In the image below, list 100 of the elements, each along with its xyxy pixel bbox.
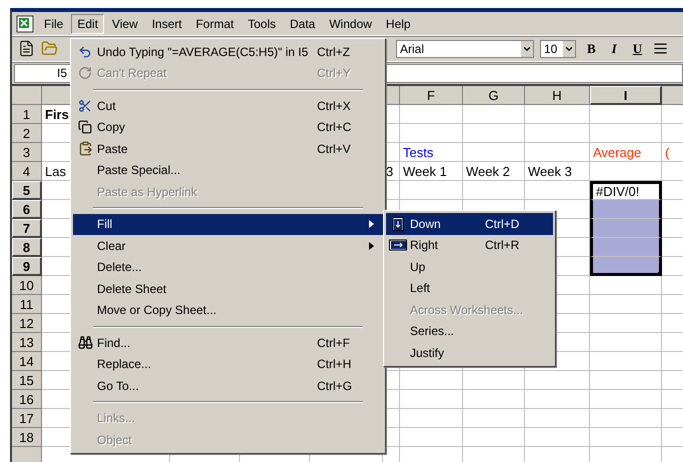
- redo-icon: [78, 66, 92, 80]
- submenu-arrow-icon: [369, 242, 375, 250]
- menu-item[interactable]: Move or Copy Sheet...: [73, 300, 383, 321]
- table-cell: [463, 105, 525, 124]
- menu-item[interactable]: Find... Ctrl+F: [73, 332, 383, 354]
- row-header[interactable]: 16: [12, 390, 42, 409]
- open-folder-icon[interactable]: [41, 40, 58, 58]
- table-cell: [590, 276, 662, 295]
- table-cell: [463, 409, 525, 428]
- row-header[interactable]: 7: [12, 219, 42, 238]
- table-cell: [525, 181, 590, 200]
- row-header[interactable]: 9: [12, 257, 42, 276]
- menu-title[interactable]: Help: [380, 14, 417, 34]
- menu-title[interactable]: Data: [284, 14, 322, 34]
- row-header[interactable]: 15: [12, 371, 42, 390]
- row-header[interactable]: 3: [12, 143, 42, 162]
- table-cell: [400, 105, 463, 124]
- table-cell: [590, 162, 662, 181]
- menu-item[interactable]: Undo Typing "=AVERAGE(C5:H5)" in I5 Ctrl+Z: [73, 41, 383, 62]
- undo-icon: [78, 44, 92, 59]
- submenu-item[interactable]: Down Ctrl+D: [386, 213, 553, 234]
- menu-item[interactable]: Fill: [73, 214, 383, 235]
- row-header[interactable]: 1: [12, 105, 42, 124]
- menu-item[interactable]: Clear: [73, 235, 383, 256]
- table-cell: [463, 124, 525, 143]
- table-cell: [400, 371, 463, 390]
- table-cell: Average: [590, 143, 662, 162]
- table-cell: [590, 333, 662, 352]
- row-header[interactable]: [12, 447, 42, 462]
- submenu-item[interactable]: Justify: [386, 342, 553, 364]
- row-header[interactable]: 10: [12, 276, 42, 295]
- menu-title[interactable]: Insert: [146, 14, 188, 34]
- new-document-icon[interactable]: [18, 40, 35, 58]
- menu-item[interactable]: Delete...: [73, 256, 383, 278]
- cut-icon: [78, 98, 92, 113]
- font-dropdown[interactable]: Arial: [396, 40, 534, 58]
- row-header[interactable]: 13: [12, 333, 42, 352]
- table-cell: [463, 181, 525, 200]
- align-icon[interactable]: [653, 41, 668, 56]
- format-button[interactable]: I: [606, 40, 622, 57]
- column-header[interactable]: F: [400, 86, 463, 105]
- menu-title[interactable]: File: [38, 14, 70, 34]
- table-cell: Week 2: [463, 162, 525, 181]
- table-cell: [590, 371, 662, 390]
- submenu-arrow-icon: [369, 220, 375, 228]
- table-cell: [525, 371, 590, 390]
- row-header[interactable]: 6: [12, 200, 42, 219]
- menu-item[interactable]: Replace... Ctrl+H: [73, 354, 383, 375]
- copy-icon: [78, 120, 92, 134]
- menu-item[interactable]: Delete Sheet: [73, 278, 383, 300]
- fill-right-icon: [389, 238, 407, 252]
- menu-title[interactable]: View: [106, 14, 144, 34]
- row-header[interactable]: 14: [12, 352, 42, 371]
- column-header[interactable]: I: [590, 86, 662, 105]
- table-cell: [525, 390, 590, 409]
- paste-icon: [78, 141, 92, 156]
- row-header[interactable]: 17: [12, 409, 42, 428]
- table-cell: [463, 371, 525, 390]
- row-header[interactable]: 18: [12, 428, 42, 447]
- row-header[interactable]: 4: [12, 162, 42, 181]
- menu-item[interactable]: Go To... Ctrl+G: [73, 375, 383, 396]
- column-header[interactable]: H: [525, 86, 590, 105]
- row-header[interactable]: 5: [12, 181, 42, 200]
- select-all-corner[interactable]: [12, 86, 42, 105]
- table-cell: [400, 181, 463, 200]
- table-cell: [463, 143, 525, 162]
- submenu-item[interactable]: Left: [386, 278, 553, 299]
- table-cell: [525, 409, 590, 428]
- submenu-item[interactable]: Series...: [386, 320, 553, 342]
- row-header[interactable]: 8: [12, 238, 42, 257]
- column-header[interactable]: G: [463, 86, 525, 105]
- submenu-item[interactable]: Right Ctrl+R: [386, 234, 553, 256]
- menu-item[interactable]: Paste Ctrl+V: [73, 138, 383, 160]
- table-cell: [400, 409, 463, 428]
- table-cell: [590, 314, 662, 333]
- format-button[interactable]: B: [582, 40, 601, 57]
- excel-icon[interactable]: [16, 14, 34, 33]
- table-cell: [590, 390, 662, 409]
- menu-title[interactable]: Tools: [242, 14, 282, 34]
- format-button[interactable]: U: [628, 40, 648, 57]
- menu-title[interactable]: Format: [190, 14, 240, 34]
- font-size-dropdown[interactable]: 10: [540, 40, 576, 58]
- row-header[interactable]: 11: [12, 295, 42, 314]
- table-cell: [525, 105, 590, 124]
- row-header[interactable]: 2: [12, 124, 42, 143]
- submenu-item[interactable]: Up: [386, 256, 553, 278]
- table-cell: [525, 124, 590, 143]
- menu-title[interactable]: Window: [323, 14, 378, 34]
- table-cell: [400, 390, 463, 409]
- table-cell: #DIV/0!: [590, 181, 662, 200]
- binoculars-icon: [78, 335, 92, 350]
- table-cell: [590, 105, 662, 124]
- table-cell: [525, 143, 590, 162]
- table-cell: [590, 295, 662, 314]
- menu-title[interactable]: Edit: [71, 14, 104, 34]
- row-header[interactable]: 12: [12, 314, 42, 333]
- table-cell: Week 1: [400, 162, 463, 181]
- table-cell: Week 3: [525, 162, 590, 181]
- table-cell: [590, 124, 662, 143]
- table-cell: [590, 409, 662, 428]
